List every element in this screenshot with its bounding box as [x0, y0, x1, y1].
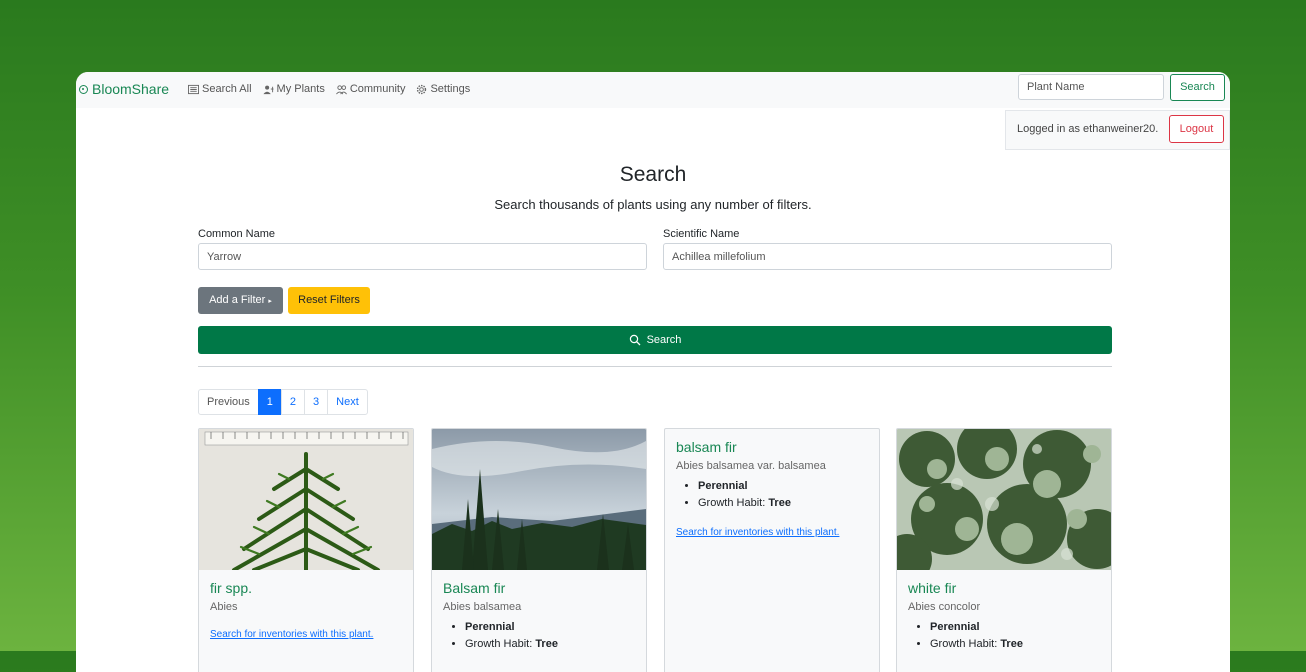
- caret-right-icon: ▸: [268, 298, 272, 305]
- flower-icon: [79, 84, 88, 94]
- common-name-input[interactable]: [198, 243, 647, 270]
- nav-search-all[interactable]: Search All: [188, 83, 252, 95]
- plant-card: white fir Abies concolor Perennial Growt…: [896, 428, 1112, 672]
- nav-community-label: Community: [349, 83, 406, 95]
- plant-common-name: white fir: [908, 580, 957, 596]
- plant-common-name: fir spp.: [210, 580, 253, 596]
- duration-item: Perennial: [930, 619, 1023, 636]
- brand-logo[interactable]: BloomShare: [79, 81, 169, 97]
- plant-card: Balsam fir Abies balsamea Perennial Grow…: [431, 428, 647, 672]
- scientific-name-label: Scientific Name: [663, 228, 740, 240]
- plant-attributes: Perennial Growth Habit: Tree: [443, 619, 558, 653]
- search-inventories-link[interactable]: Search for inventories with this plant.: [210, 629, 373, 640]
- pagination-page-1[interactable]: 1: [257, 389, 282, 415]
- plant-attributes: Perennial Growth Habit: Tree: [676, 478, 791, 512]
- nav-search-button[interactable]: Search: [1170, 74, 1225, 101]
- user-plant-icon: [262, 85, 274, 94]
- add-filter-button[interactable]: Add a Filter ▸: [198, 287, 283, 314]
- plant-card: balsam fir Abies balsamea var. balsamea …: [664, 428, 880, 672]
- plant-image[interactable]: [199, 429, 413, 570]
- nav-search-all-label: Search All: [202, 83, 252, 95]
- pagination: Previous 1 2 3 Next: [198, 389, 368, 415]
- search-button[interactable]: Search: [198, 326, 1112, 354]
- plant-name-search-input[interactable]: [1018, 74, 1164, 100]
- login-status-box: Logged in as ethanweiner20. Logout: [1005, 110, 1230, 150]
- nav-settings[interactable]: Settings: [416, 83, 470, 95]
- pagination-page-2[interactable]: 2: [280, 389, 306, 415]
- duration-item: Perennial: [698, 478, 791, 495]
- navbar: BloomShare Search All My Plants Communit…: [76, 72, 1230, 108]
- white-fir-foliage-image: [897, 429, 1111, 570]
- plant-common-name: Balsam fir: [443, 580, 506, 596]
- fir-forest-landscape-image: [432, 429, 646, 570]
- people-icon: [335, 84, 347, 94]
- logged-in-text: Logged in as ethanweiner20.: [1017, 123, 1159, 135]
- plant-image[interactable]: [897, 429, 1111, 570]
- nav-my-plants[interactable]: My Plants: [262, 83, 325, 95]
- divider: [198, 366, 1112, 367]
- nav-links: Search All My Plants Community Settings: [188, 83, 470, 95]
- list-icon: [188, 84, 199, 94]
- reset-filters-button[interactable]: Reset Filters: [288, 287, 370, 314]
- nav-community[interactable]: Community: [335, 83, 406, 95]
- common-name-label: Common Name: [198, 228, 276, 240]
- duration-item: Perennial: [465, 619, 558, 636]
- pagination-next[interactable]: Next: [327, 389, 368, 415]
- fir-branch-specimen-image: [199, 429, 413, 570]
- growth-habit-item: Growth Habit: Tree: [698, 495, 791, 512]
- brand-name: BloomShare: [92, 81, 170, 97]
- plant-scientific-name: Abies balsamea: [443, 601, 522, 613]
- add-filter-label: Add a Filter: [209, 294, 266, 306]
- page-title: Search: [619, 163, 687, 186]
- plant-scientific-name: Abies balsamea var. balsamea: [676, 460, 826, 472]
- plant-card: fir spp. Abies Search for inventories wi…: [198, 428, 414, 672]
- plant-image[interactable]: [432, 429, 646, 570]
- search-button-label: Search: [646, 334, 682, 346]
- logout-button[interactable]: Logout: [1169, 115, 1224, 143]
- nav-my-plants-label: My Plants: [276, 83, 325, 95]
- search-inventories-link[interactable]: Search for inventories with this plant.: [676, 527, 839, 538]
- nav-settings-label: Settings: [430, 83, 471, 95]
- plant-common-name: balsam fir: [676, 439, 737, 455]
- gear-icon: [417, 84, 427, 94]
- plant-attributes: Perennial Growth Habit: Tree: [908, 619, 1023, 653]
- plant-scientific-name: Abies concolor: [908, 601, 981, 613]
- growth-habit-item: Growth Habit: Tree: [930, 636, 1023, 653]
- search-icon: [629, 334, 641, 346]
- plant-scientific-name: Abies: [210, 601, 238, 613]
- pagination-previous[interactable]: Previous: [198, 389, 259, 415]
- pagination-page-3[interactable]: 3: [304, 389, 329, 415]
- page-subtitle: Search thousands of plants using any num…: [494, 197, 812, 212]
- scientific-name-input[interactable]: [663, 243, 1112, 270]
- browser-window: BloomShare Search All My Plants Communit…: [76, 72, 1230, 672]
- growth-habit-item: Growth Habit: Tree: [465, 636, 558, 653]
